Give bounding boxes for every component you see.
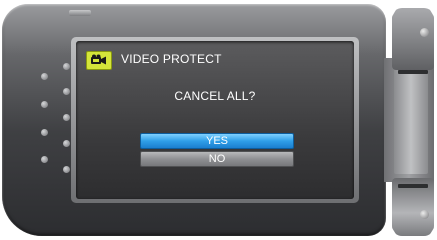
hinge-slot bbox=[398, 70, 428, 74]
lcd-screen: VIDEO PROTECT CANCEL ALL? YES NO bbox=[76, 41, 354, 199]
touch-sensor-dot[interactable] bbox=[63, 63, 70, 70]
screw-icon bbox=[420, 210, 429, 219]
touch-sensor-dot[interactable] bbox=[41, 156, 48, 163]
video-camera-icon bbox=[91, 54, 106, 65]
touch-sensor-dot[interactable] bbox=[41, 101, 48, 108]
confirmation-prompt: CANCEL ALL? bbox=[174, 89, 256, 103]
touch-sensor-dot[interactable] bbox=[63, 140, 70, 147]
touch-sensor-dot[interactable] bbox=[63, 88, 70, 95]
hinge-cover bbox=[394, 66, 428, 174]
menu-title: VIDEO PROTECT bbox=[121, 52, 222, 66]
no-button[interactable]: NO bbox=[140, 151, 294, 167]
touch-sensor-dot[interactable] bbox=[41, 129, 48, 136]
touch-sensor-dot[interactable] bbox=[41, 73, 48, 80]
hinge-slot bbox=[398, 184, 428, 188]
touch-sensor-dot[interactable] bbox=[63, 166, 70, 173]
touch-sensor-dot[interactable] bbox=[63, 114, 70, 121]
yes-button[interactable]: YES bbox=[140, 133, 294, 149]
panel-tab bbox=[69, 10, 91, 16]
hinge-bracket-top bbox=[392, 8, 434, 70]
screw-icon bbox=[420, 28, 429, 37]
video-mode-badge bbox=[86, 51, 112, 70]
